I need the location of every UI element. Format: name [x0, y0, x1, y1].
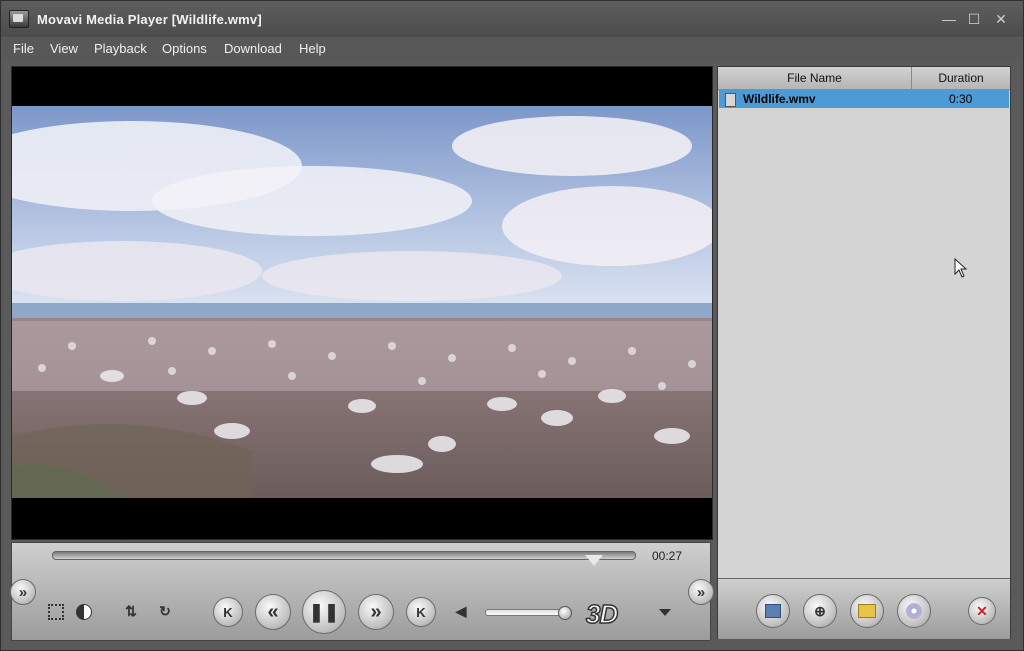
menu-view[interactable]: View	[50, 41, 78, 56]
next-icon: K	[416, 604, 426, 620]
menu-bar: File View Playback Options Download Help	[1, 37, 1023, 61]
add-stream-icon: ⊕	[814, 602, 826, 619]
volume-knob[interactable]	[557, 606, 572, 620]
video-area[interactable]	[11, 66, 713, 540]
playlist-toolbar: ⊕ ✕	[718, 578, 1010, 639]
add-disc-button[interactable]	[897, 594, 931, 628]
rotate-icon[interactable]: ↻	[156, 603, 174, 620]
close-button[interactable]: ✕	[992, 10, 1010, 28]
remove-button[interactable]: ✕	[968, 597, 996, 625]
3d-options-dropdown-icon[interactable]	[659, 609, 671, 616]
expand-right-button[interactable]: »	[688, 579, 714, 605]
forward-button[interactable]: »	[358, 594, 394, 630]
add-disc-icon	[906, 603, 922, 619]
playlist-row[interactable]: Wildlife.wmv 0:30	[719, 90, 1009, 108]
seek-bar[interactable]	[52, 551, 636, 566]
video-frame-image	[12, 106, 712, 498]
minimize-button[interactable]: —	[940, 10, 958, 28]
speaker-icon[interactable]: ◀	[452, 603, 470, 620]
3d-mode-button[interactable]: 3D	[585, 598, 619, 630]
column-file-name[interactable]: File Name	[718, 67, 912, 89]
next-button[interactable]: K	[406, 597, 436, 627]
previous-icon: K	[223, 604, 233, 620]
remove-icon: ✕	[976, 602, 988, 619]
fullscreen-icon[interactable]	[48, 604, 64, 620]
menu-options[interactable]: Options	[162, 41, 207, 56]
mouse-cursor-icon	[954, 258, 968, 278]
pause-button[interactable]: ❚❚	[302, 590, 346, 634]
playlist-header: File Name Duration	[718, 67, 1010, 90]
window-title: Movavi Media Player [Wildlife.wmv]	[37, 12, 262, 27]
menu-file[interactable]: File	[13, 41, 34, 56]
add-folder-icon	[858, 604, 876, 618]
add-folder-button[interactable]	[850, 594, 884, 628]
video-scene-illustration	[12, 106, 712, 498]
pause-icon: ❚❚	[308, 601, 340, 622]
video-file-icon	[725, 93, 736, 107]
swap-icon[interactable]: ⇅	[122, 603, 140, 620]
add-video-button[interactable]	[756, 594, 790, 628]
contrast-icon[interactable]	[76, 604, 92, 620]
menu-playback[interactable]: Playback	[94, 41, 147, 56]
expand-left-button[interactable]: »	[10, 579, 36, 605]
rewind-icon: «	[267, 600, 279, 623]
menu-download[interactable]: Download	[224, 41, 282, 56]
add-video-icon	[765, 604, 781, 618]
seek-thumb[interactable]	[585, 555, 604, 566]
playback-controls: 00:27 » » ⇅ ↻ K « ❚❚ » K ◀ 3D	[10, 542, 714, 641]
title-bar[interactable]: Movavi Media Player [Wildlife.wmv] — ☐ ✕	[1, 1, 1023, 37]
app-window: Movavi Media Player [Wildlife.wmv] — ☐ ✕…	[0, 0, 1024, 651]
previous-button[interactable]: K	[213, 597, 243, 627]
menu-help[interactable]: Help	[299, 41, 326, 56]
playlist-row-duration: 0:30	[949, 92, 973, 106]
add-stream-button[interactable]: ⊕	[803, 594, 837, 628]
column-duration[interactable]: Duration	[912, 67, 1010, 89]
current-time: 00:27	[652, 549, 683, 563]
maximize-button[interactable]: ☐	[965, 10, 983, 28]
forward-icon: »	[370, 600, 382, 623]
volume-slider[interactable]	[485, 606, 572, 620]
rewind-button[interactable]: «	[255, 594, 291, 630]
playlist-row-name: Wildlife.wmv	[743, 92, 816, 106]
app-icon[interactable]	[9, 10, 29, 28]
playlist-panel: File Name Duration Wildlife.wmv 0:30 ⊕ ✕	[717, 66, 1011, 639]
